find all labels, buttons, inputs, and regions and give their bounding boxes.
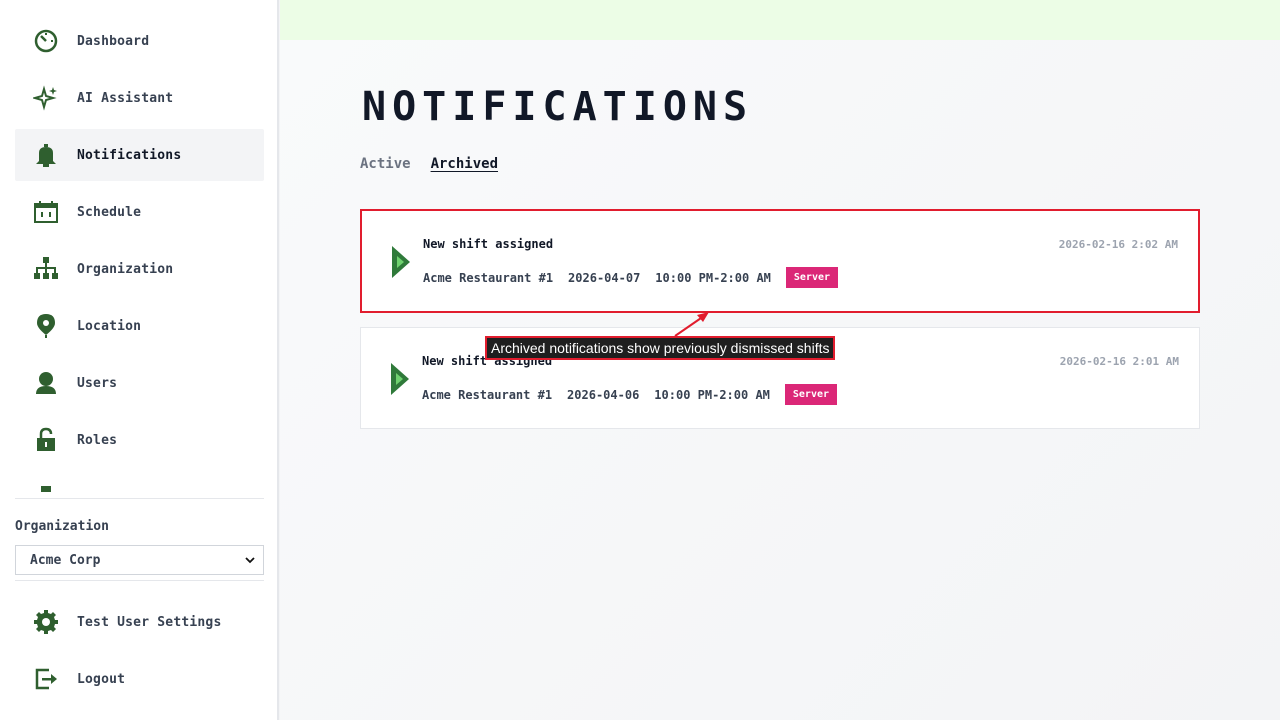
sidebar-item-label: Test User Settings bbox=[77, 614, 222, 630]
lock-icon bbox=[31, 425, 61, 455]
sidebar-bottom-nav: Test User Settings Logout bbox=[15, 596, 264, 710]
sidebar-item-settings[interactable]: Test User Settings bbox=[15, 596, 264, 648]
notification-time-range: 10:00 PM-2:00 AM bbox=[655, 270, 771, 285]
sidebar-nav: Dashboard AI Assistant Notifications Sch… bbox=[15, 15, 264, 493]
play-icon bbox=[388, 361, 412, 397]
sidebar-item-label: Logout bbox=[77, 671, 126, 687]
organization-select-value: Acme Corp bbox=[30, 552, 101, 568]
calendar-icon bbox=[31, 197, 61, 227]
tab-archived[interactable]: Archived bbox=[431, 156, 498, 172]
sidebar-item-label: Roles bbox=[77, 432, 118, 448]
sidebar-item-label: Schedule bbox=[77, 204, 142, 220]
role-badge: Server bbox=[784, 384, 838, 405]
map-pin-icon bbox=[31, 311, 61, 341]
sparkle-icon bbox=[31, 83, 61, 113]
notification-tabs: Active Archived bbox=[360, 156, 498, 172]
sidebar-item-label: AI Assistant bbox=[77, 90, 174, 106]
chevron-down-icon bbox=[245, 553, 255, 568]
org-chart-icon bbox=[31, 254, 61, 284]
role-badge: Server bbox=[785, 267, 839, 288]
play-icon bbox=[389, 244, 413, 280]
notification-meta: Acme Restaurant #1 2026-04-07 10:00 PM-2… bbox=[423, 267, 839, 288]
sidebar-item-label: Notifications bbox=[77, 147, 182, 163]
notification-card[interactable]: New shift assigned Acme Restaurant #1 20… bbox=[360, 209, 1200, 313]
sidebar-item-label: Dashboard bbox=[77, 33, 150, 49]
sidebar-item-partial[interactable] bbox=[15, 471, 264, 493]
notification-date: 2026-04-07 bbox=[568, 270, 641, 285]
notification-timestamp: 2026-02-16 2:01 AM bbox=[1059, 355, 1179, 368]
logout-icon bbox=[31, 664, 61, 694]
top-bar bbox=[280, 0, 1280, 40]
sidebar-item-users[interactable]: Users bbox=[15, 357, 264, 409]
bell-icon bbox=[31, 140, 61, 170]
notification-location: Acme Restaurant #1 bbox=[422, 387, 553, 402]
sidebar-item-label: Location bbox=[77, 318, 142, 334]
sidebar-item-logout[interactable]: Logout bbox=[15, 653, 264, 705]
sidebar-item-dashboard[interactable]: Dashboard bbox=[15, 15, 264, 67]
sidebar-divider bbox=[15, 580, 264, 581]
sidebar-item-label: Organization bbox=[77, 261, 174, 277]
notification-time-range: 10:00 PM-2:00 AM bbox=[654, 387, 770, 402]
notification-location: Acme Restaurant #1 bbox=[423, 270, 554, 285]
sidebar-item-roles[interactable]: Roles bbox=[15, 414, 264, 466]
tab-active[interactable]: Active bbox=[360, 156, 411, 172]
organization-select[interactable]: Acme Corp bbox=[15, 545, 264, 575]
notification-meta: Acme Restaurant #1 2026-04-06 10:00 PM-2… bbox=[422, 384, 838, 405]
sidebar: Dashboard AI Assistant Notifications Sch… bbox=[0, 0, 279, 720]
sidebar-item-location[interactable]: Location bbox=[15, 300, 264, 352]
sidebar-item-organization[interactable]: Organization bbox=[15, 243, 264, 295]
notification-title: New shift assigned bbox=[423, 237, 554, 251]
notification-timestamp: 2026-02-16 2:02 AM bbox=[1058, 238, 1178, 251]
gear-icon bbox=[31, 607, 61, 637]
user-icon bbox=[31, 368, 61, 398]
page-title: NOTIFICATIONS bbox=[362, 84, 754, 130]
annotation-callout: Archived notifications show previously d… bbox=[485, 336, 836, 360]
dashboard-icon bbox=[31, 26, 61, 56]
sidebar-item-schedule[interactable]: Schedule bbox=[15, 186, 264, 238]
notification-date: 2026-04-06 bbox=[567, 387, 640, 402]
hat-icon bbox=[31, 482, 61, 493]
sidebar-item-label: Users bbox=[77, 375, 118, 391]
sidebar-item-ai-assistant[interactable]: AI Assistant bbox=[15, 72, 264, 124]
sidebar-divider bbox=[15, 498, 264, 499]
sidebar-item-notifications[interactable]: Notifications bbox=[15, 129, 264, 181]
organization-label: Organization bbox=[15, 519, 109, 534]
